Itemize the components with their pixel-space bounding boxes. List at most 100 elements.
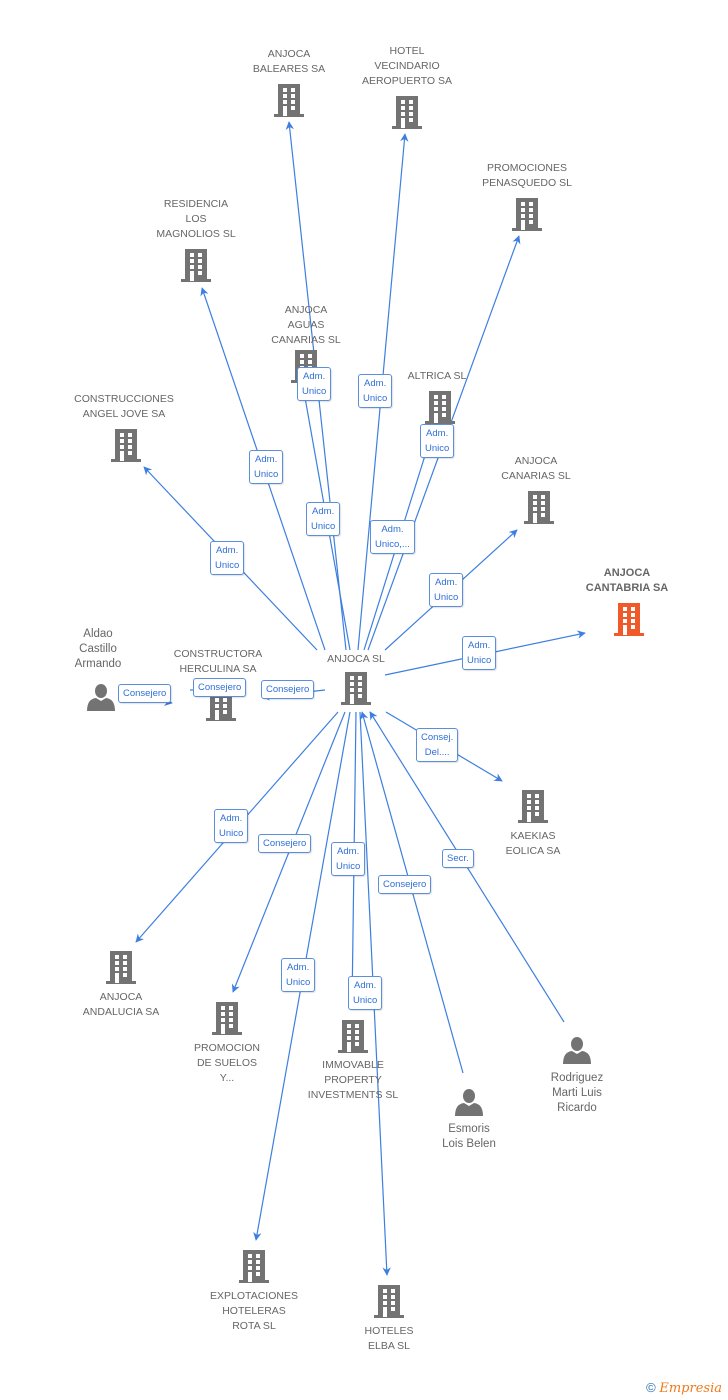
node-label-line: ANJOCA (284, 304, 328, 316)
node-label-line: EXPLOTACIONES (210, 1290, 298, 1302)
node-label-altrica[interactable]: ALTRICA SL (408, 369, 467, 384)
node-label-line: MAGNOLIOS SL (156, 228, 236, 240)
node-label-elba[interactable]: HOTELES ELBA SL (364, 1324, 413, 1354)
node-label-line: CANTABRIA SA (585, 582, 669, 594)
edge-label[interactable]: Adm. Unico (429, 573, 464, 607)
building-icon[interactable] (614, 603, 644, 636)
node-label-andalucia[interactable]: ANJOCA ANDALUCIA SA (83, 990, 159, 1020)
node-label-line: AGUAS (287, 319, 325, 331)
edge-label[interactable]: Consejero (118, 684, 172, 703)
node-label-line: ANJOCA (99, 991, 143, 1003)
edge-label[interactable]: Consej. Del.... (416, 728, 459, 762)
node-label-suelos[interactable]: PROMOCION DE SUELOS Y... (194, 1041, 260, 1086)
node-label-line: AEROPUERTO SA (361, 75, 453, 87)
node-label-rota[interactable]: EXPLOTACIONES HOTELERAS ROTA SL (210, 1289, 298, 1334)
node-label-line: CONSTRUCCIONES (74, 393, 174, 405)
node-label-cantabria[interactable]: ANJOCA CANTABRIA SA (586, 566, 669, 596)
node-label-angeljove[interactable]: CONSTRUCCIONES ANGEL JOVE SA (74, 392, 174, 422)
node-label-line: HERCULINA SA (179, 663, 257, 675)
edge-label[interactable]: Adm. Unico (462, 636, 497, 670)
node-label-line: PROMOCIONES (487, 162, 567, 174)
node-label-line: CONSTRUCTORA (173, 648, 263, 660)
node-label-line: Armando (74, 658, 122, 670)
building-icon[interactable] (338, 1020, 368, 1053)
edge-label[interactable]: Adm. Unico,... (370, 520, 415, 554)
building-icon[interactable] (239, 1250, 269, 1283)
node-label-vecindario[interactable]: HOTEL VECINDARIO AEROPUERTO SA (362, 44, 452, 89)
node-label-herculina[interactable]: CONSTRUCTORA HERCULINA SA (174, 647, 262, 677)
node-label-line: CANARIAS SL (501, 470, 571, 482)
node-label-line: HOTEL (389, 45, 425, 57)
building-icon[interactable] (374, 1285, 404, 1318)
node-label-line: PROPERTY (324, 1074, 382, 1086)
edge-label[interactable]: Consejero (378, 875, 432, 894)
node-label-line: BALEARES SA (252, 63, 326, 75)
person-icon[interactable] (455, 1089, 483, 1116)
node-label-aguas[interactable]: ANJOCA AGUAS CANARIAS SL (271, 303, 340, 348)
edge-label[interactable]: Adm. Unico (348, 976, 383, 1010)
edge-label[interactable]: Consejero (193, 678, 247, 697)
building-icon[interactable] (425, 391, 455, 424)
brand-name: Empresia (659, 1381, 722, 1396)
network-graph (87, 84, 644, 1318)
node-label-rodriguez[interactable]: Rodriguez Marti Luis Ricardo (551, 1071, 603, 1116)
node-label-kaekias[interactable]: KAEKIAS EOLICA SA (506, 829, 561, 859)
building-icon[interactable] (518, 790, 548, 823)
edge-label[interactable]: Adm. Unico (420, 424, 455, 458)
node-label-magnolios[interactable]: RESIDENCIA LOS MAGNOLIOS SL (156, 197, 235, 242)
building-icon[interactable] (341, 672, 371, 705)
node-label-line: RESIDENCIA (163, 198, 229, 210)
edge-label[interactable]: Adm. Unico (249, 450, 284, 484)
edge-label[interactable]: Adm. Unico (358, 374, 393, 408)
building-icon[interactable] (392, 96, 422, 129)
person-icon[interactable] (87, 684, 115, 711)
edge-label[interactable]: Adm. Unico (297, 367, 332, 401)
node-label-immovable[interactable]: IMMOVABLE PROPERTY INVESTMENTS SL (308, 1058, 398, 1103)
building-icon[interactable] (512, 198, 542, 231)
edge-label[interactable]: Adm. Unico (210, 541, 245, 575)
node-label-line: INVESTMENTS SL (307, 1089, 399, 1101)
node-label-line: Castillo (79, 643, 117, 655)
building-icon[interactable] (212, 1002, 242, 1035)
edge-label[interactable]: Adm. Unico (306, 502, 341, 536)
node-label-center[interactable]: ANJOCA SL (327, 652, 385, 667)
edge-label[interactable]: Adm. Unico (281, 958, 316, 992)
node-label-aldao[interactable]: Aldao Castillo Armando (75, 627, 122, 672)
node-label-line: ANDALUCIA SA (82, 1006, 160, 1018)
empresia-logo: © Empresia (646, 1380, 722, 1396)
node-label-line: HOTELERAS (222, 1305, 286, 1317)
node-label-esmoris[interactable]: Esmoris Lois Belen (442, 1122, 496, 1152)
node-label-baleares[interactable]: ANJOCA BALEARES SA (253, 47, 325, 77)
node-label-penasquedo[interactable]: PROMOCIONES PENASQUEDO SL (482, 161, 572, 191)
node-label-line: EOLICA SA (505, 845, 561, 857)
node-label-line: HOTELES (364, 1325, 414, 1337)
node-label-line: Marti Luis (552, 1087, 602, 1099)
node-label-line: Y... (219, 1072, 235, 1084)
edge-label[interactable]: Adm. Unico (214, 809, 249, 843)
building-icon[interactable] (524, 491, 554, 524)
node-label-line: ELBA SL (367, 1340, 411, 1352)
node-label-line: ANGEL JOVE SA (82, 408, 166, 420)
building-icon[interactable] (106, 951, 136, 984)
node-label-line: ALTRICA SL (407, 370, 467, 382)
edge-label[interactable]: Consejero (261, 680, 315, 699)
node-label-line: ROTA SL (232, 1320, 276, 1332)
node-label-line: DE SUELOS (196, 1057, 258, 1069)
node-label-line: ANJOCA SL (327, 653, 385, 665)
node-label-line: ANJOCA (603, 567, 651, 579)
building-icon[interactable] (181, 249, 211, 282)
node-label-line: Esmoris (448, 1123, 490, 1135)
copyright-symbol: © (646, 1380, 656, 1395)
node-label-line: Lois Belen (442, 1138, 496, 1150)
person-icon[interactable] (563, 1037, 591, 1064)
node-label-line: LOS (185, 213, 207, 225)
building-icon[interactable] (111, 429, 141, 462)
edge-label[interactable]: Secr. (442, 849, 474, 868)
node-label-canarias[interactable]: ANJOCA CANARIAS SL (501, 454, 570, 484)
node-label-line: Rodriguez (550, 1072, 604, 1084)
node-label-line: PROMOCION (194, 1042, 260, 1054)
edge-label[interactable]: Consejero (258, 834, 312, 853)
edge-label[interactable]: Adm. Unico (331, 842, 366, 876)
building-icon[interactable] (274, 84, 304, 117)
node-label-line: Aldao (83, 628, 113, 640)
